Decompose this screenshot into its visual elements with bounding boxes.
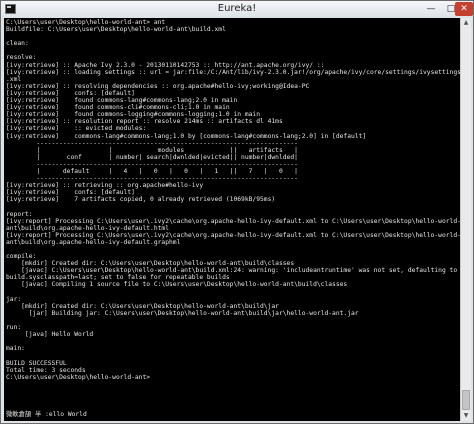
console-line: [ivy:retrieve] :: retrieving :: org.apac… [6, 182, 204, 190]
console-line: jar: [6, 295, 22, 303]
title-bar[interactable]: Eureka! — □ ✕ [1, 1, 473, 18]
console-line: [ivy:retrieve] found commons-cli#commons… [6, 104, 230, 112]
console-line: Total time: 3 seconds [6, 366, 86, 374]
console-line: Buildfile: C:\Users\user\Desktop\hello-w… [6, 26, 226, 34]
console-line: BUILD SUCCESSFUL [6, 359, 67, 367]
console-line: [ivy:retrieve] confs: [default] [6, 189, 135, 197]
console-line: run: [6, 324, 22, 332]
console-line: [ivy:retrieve] confs: [default] [6, 89, 135, 97]
console-line: [javac] C:\Users\user\Desktop\hello-worl… [6, 267, 458, 275]
scroll-up-icon[interactable]: ▲ [461, 18, 471, 28]
console-line: [ivy:retrieve] 7 artifacts copied, 0 alr… [6, 196, 276, 204]
console-line: ----------------------------------------… [6, 139, 298, 147]
console-line: [java] Hello World [6, 331, 94, 339]
console-line: clean: [6, 40, 29, 48]
console-line: resolve: [6, 54, 37, 62]
vertical-scrollbar[interactable]: ▲ ▼ [460, 18, 471, 421]
window-title: Eureka! [217, 3, 257, 14]
console-line: [ivy:retrieve] :: Apache Ivy 2.3.0 - 201… [6, 61, 325, 69]
console-line: report: [6, 210, 33, 218]
console-line: | conf | number| search|dwnlded|evicted|… [6, 153, 298, 161]
console-line: C:\Users\user\Desktop\hello-world-ant> a… [6, 19, 166, 26]
console-line: [ivy:retrieve] found commons-logging#com… [6, 111, 261, 119]
console-line: ----------------------------------------… [6, 175, 298, 183]
console-line: [ivy:retrieve] :: resolution report :: r… [6, 118, 283, 126]
console-line: | default | 4 | 0 | 0 | 1 || 7 | 0 | [6, 167, 298, 175]
console-line: C:\Users\user\Desktop\hello-world-ant> [6, 373, 151, 381]
console-line: [ivy:report] Processing C:\Users\user\.i… [6, 231, 460, 239]
console-line: [ivy:retrieve] commons-lang#commons-lang… [6, 132, 367, 140]
console-line: ant\build\org.apache-hello-ivy-default.h… [6, 224, 170, 232]
console-line: [jar] Building jar: C:\Users\user\Deskto… [6, 309, 359, 317]
console-line: [mkdir] Created dir: C:\Users\user\Deskt… [6, 302, 279, 310]
console-window: Eureka! — □ ✕ C:\Users\user\Desktop\hell… [0, 0, 474, 424]
console-line: build.sysclasspath=last; set to false fo… [6, 274, 230, 282]
close-button[interactable]: ✕ [455, 2, 473, 16]
ime-status-bar: 微軟倉頡 半 :ello World [6, 411, 87, 418]
console-line: .xml [6, 75, 22, 83]
console-line: [javac] Compiling 1 source file to C:\Us… [6, 281, 348, 289]
console-line: [mkdir] Created dir: C:\Users\user\Deskt… [6, 260, 295, 268]
console-output[interactable]: C:\Users\user\Desktop\hello-world-ant> a… [4, 18, 460, 421]
console-line: ----------------------------------------… [6, 160, 298, 168]
console-line: compile: [6, 253, 37, 261]
console-line: [ivy:retrieve] :: evicted modules: [6, 125, 147, 133]
console-line: ant\build\org.apache-hello-ivy-default.g… [6, 238, 181, 246]
console-line: main: [6, 345, 25, 353]
console-line: [ivy:report] Processing C:\Users\user\.i… [6, 217, 460, 225]
console-line: [ivy:retrieve] found commons-lang#common… [6, 97, 238, 105]
console-line: [ivy:retrieve] :: resolving dependencies… [6, 82, 310, 90]
minimize-button[interactable]: — [421, 2, 441, 16]
console-line: [ivy:retrieve] :: loading settings :: ur… [6, 68, 460, 76]
console-line: | | modules || artifacts | [6, 146, 298, 154]
scroll-thumb[interactable] [462, 390, 470, 410]
scroll-down-icon[interactable]: ▼ [461, 411, 471, 421]
console-text: C:\Users\user\Desktop\hello-world-ant> a… [6, 19, 460, 381]
